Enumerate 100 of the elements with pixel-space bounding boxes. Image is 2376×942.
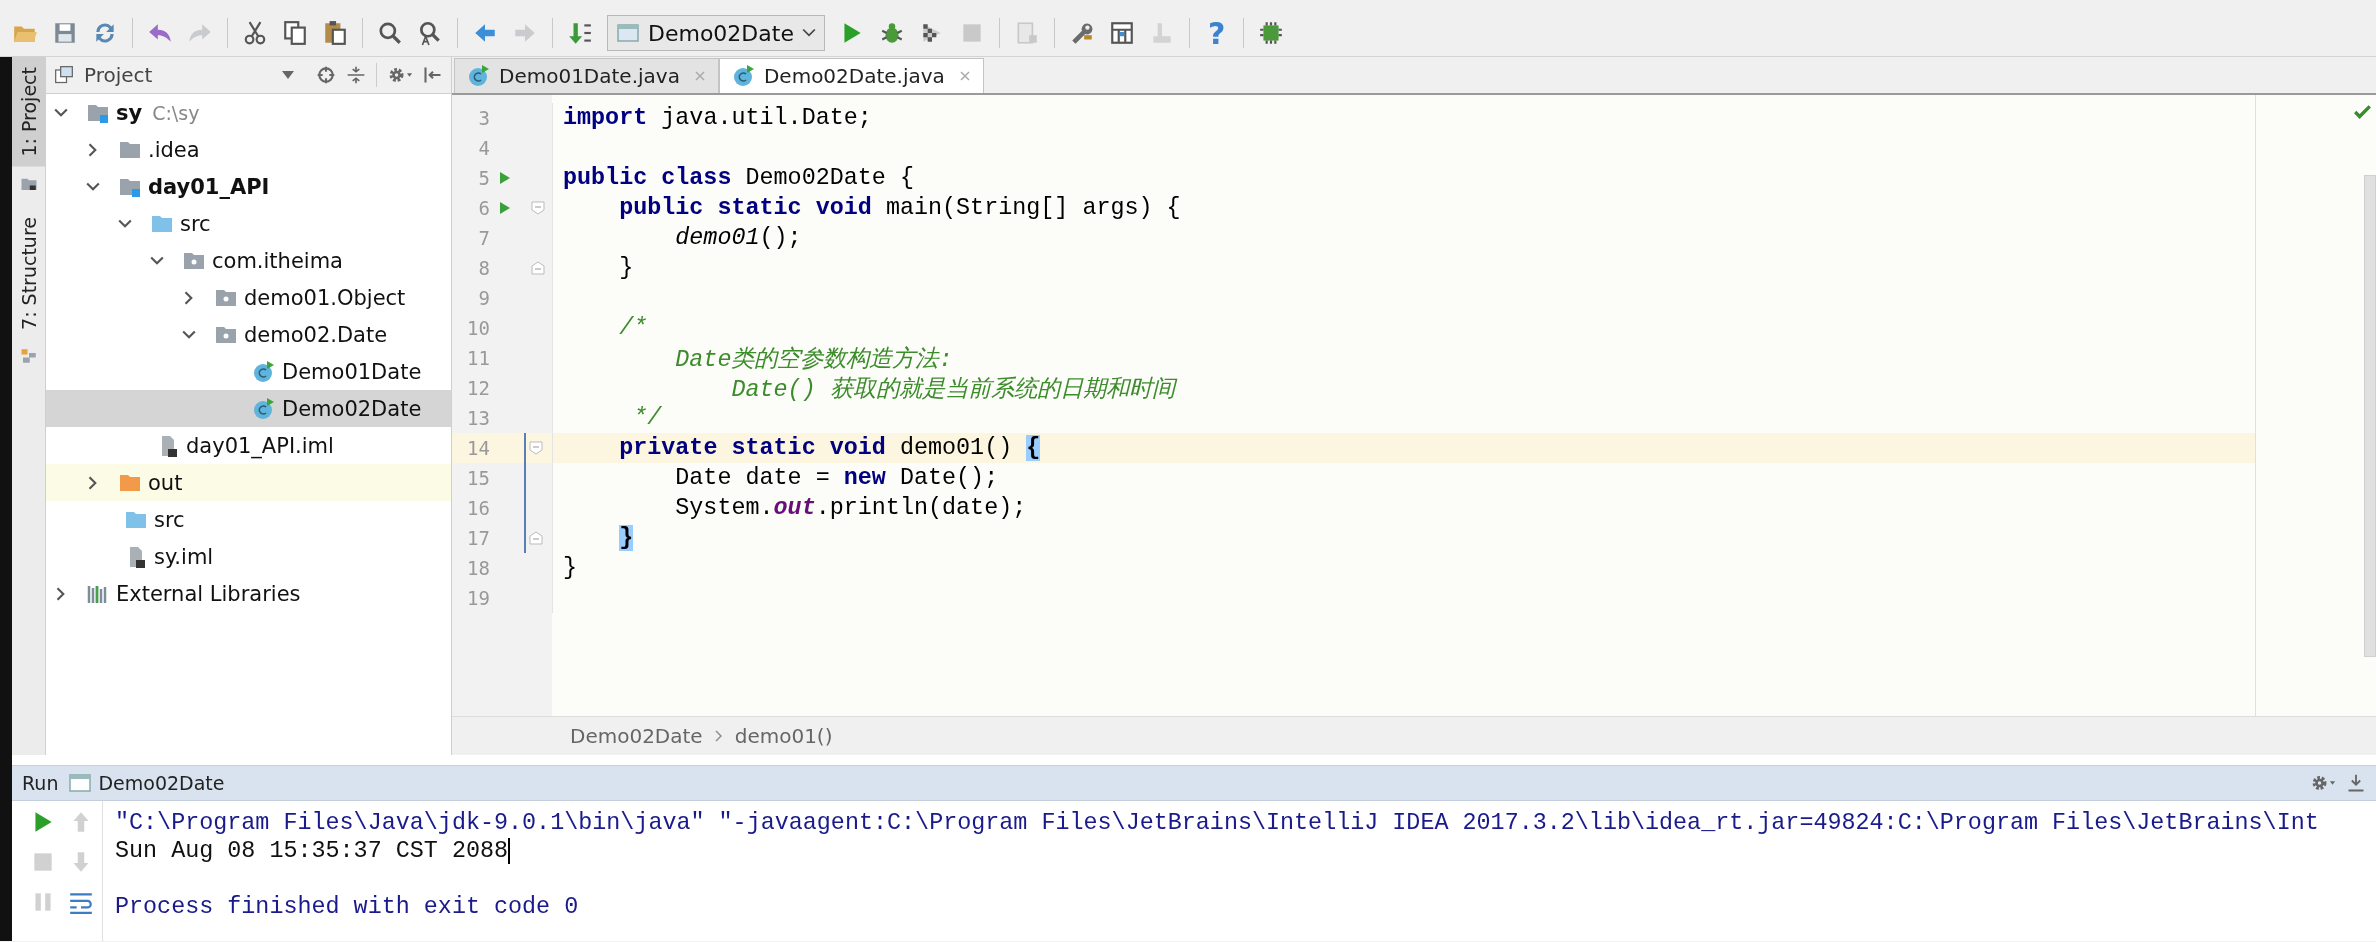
fold-marker-icon[interactable] [531,201,545,215]
hide-panel-icon[interactable] [423,65,443,85]
find-replace-icon[interactable] [417,20,443,46]
collapse-icon[interactable] [346,65,366,85]
scrollbar-thumb[interactable] [2364,175,2376,657]
tree-item[interactable]: .idea [46,131,451,168]
run-tab[interactable]: Demo02Date [68,771,225,795]
hide-panel-icon[interactable] [2346,773,2366,793]
item-label: src [180,211,211,236]
code-token: } [619,525,634,551]
code-token: } [563,555,578,581]
tree-item[interactable]: demo01.Object [46,279,451,316]
code-token: Date类的空参数构造方法: [675,347,953,373]
search-icon[interactable] [377,20,403,46]
path-hint: C:\sy [152,101,200,124]
breadcrumb[interactable]: demo01() [734,724,833,748]
tab-label: Demo02Date.java [763,64,945,88]
plugin-icon[interactable] [1258,20,1285,46]
line-number: 15 [466,467,490,489]
build-icon[interactable] [567,20,593,46]
run-configuration-dropdown[interactable]: Demo02Date [607,15,825,51]
item-label: .idea [148,137,200,162]
code-token: Date date = [675,465,831,491]
code-token: import [563,105,648,131]
save-icon[interactable] [52,20,78,46]
code-token: private static void [619,435,886,461]
tree-item[interactable]: day01_API [46,168,451,205]
item-label: sy.iml [154,544,214,569]
paste-icon[interactable] [322,20,348,46]
editor-tab[interactable]: Demo01Date.java [454,58,719,93]
console-line: "C:\Program Files\Java\jdk-9.0.1\bin\java" "-javaagent:C:\Program Files\JetBrains\IntelliJ IDEA 2017.3.2\lib\idea_rt.jar=49824:C:\Program Files\JetBrains\Int [115,810,2319,836]
line-number: 4 [477,137,490,159]
class-icon [252,359,276,384]
item-label: External Libraries [116,581,301,606]
item-label: sy [116,100,143,125]
tree-item[interactable]: day01_API.iml [46,427,451,464]
item-label: Demo01Date [282,359,422,384]
code-token: /* [619,315,648,341]
editor-tab[interactable]: Demo02Date.java [718,58,984,93]
code-token: (); [759,225,802,251]
fold-marker-icon[interactable] [529,441,543,455]
tool-window-tab[interactable]: 1: Project [12,57,45,167]
tree-item[interactable]: sy.iml [46,538,451,575]
tree-item[interactable]: src [46,205,451,242]
copy-icon[interactable] [282,20,308,46]
code-token: Date(); [899,465,999,491]
code-token: .println(date); [815,495,1027,521]
item-label: day01_API [148,174,270,199]
item-label: day01_API.iml [186,433,334,458]
fold-marker-icon[interactable] [529,531,543,545]
tab-label: Demo02Date [98,772,225,794]
class-icon [731,64,756,88]
code-token: } [619,255,634,281]
line-number: 19 [466,587,490,609]
line-number: 12 [466,377,490,399]
item-label: com.itheima [212,248,343,273]
tree-item[interactable]: com.itheima [46,242,451,279]
code-token: public class [563,165,732,191]
locate-icon[interactable] [316,65,336,85]
project-view-icon [54,65,74,85]
line-number: 11 [466,347,490,369]
code-token: System. [675,495,774,521]
run-gutter-icon[interactable] [499,201,511,215]
tree-item[interactable]: src [46,501,451,538]
caret-icon [801,28,816,38]
class-icon [467,64,491,88]
tool-window-tab[interactable]: 7: Structure [12,206,45,340]
tree-item[interactable]: demo02.Date [46,316,451,353]
item-label: Demo02Date [282,396,422,421]
tree-item[interactable]: Demo01Date [46,353,451,390]
scissors-icon[interactable] [242,20,268,46]
line-number: 8 [477,257,490,279]
code-token: out [773,495,816,521]
tree-item[interactable]: out [46,464,451,501]
close-icon[interactable] [958,70,971,82]
line-number: 17 [466,527,490,549]
item-label: out [148,470,183,495]
line-number: 5 [477,167,490,189]
code-token: public static void [619,195,872,221]
code-token: demo01 [675,225,760,251]
code-token: java.util.Date; [661,105,872,131]
grid-icon[interactable] [1108,20,1135,46]
run-gutter-icon[interactable] [499,171,511,185]
tree-item[interactable]: External Libraries [46,575,451,612]
code-token: Demo02Date { [745,165,914,191]
dropdown-caret-icon[interactable] [282,71,294,79]
code-token: */ [633,405,662,431]
tree-item[interactable]: Demo02Date [46,390,451,427]
item-label: demo01.Object [244,285,406,310]
fold-marker-icon[interactable] [531,261,545,275]
tree-item[interactable]: sy C:\sy [46,94,451,131]
window-icon [68,771,93,795]
code-token: demo01() [899,435,1014,461]
panel-title: Run [22,772,59,794]
check-icon [2354,105,2372,119]
item-label: src [154,507,185,532]
breadcrumb[interactable]: Demo02Date [570,724,703,748]
item-label: demo02.Date [244,322,388,347]
code-token: main(String[] args) { [885,195,1181,221]
window-icon [616,21,640,45]
